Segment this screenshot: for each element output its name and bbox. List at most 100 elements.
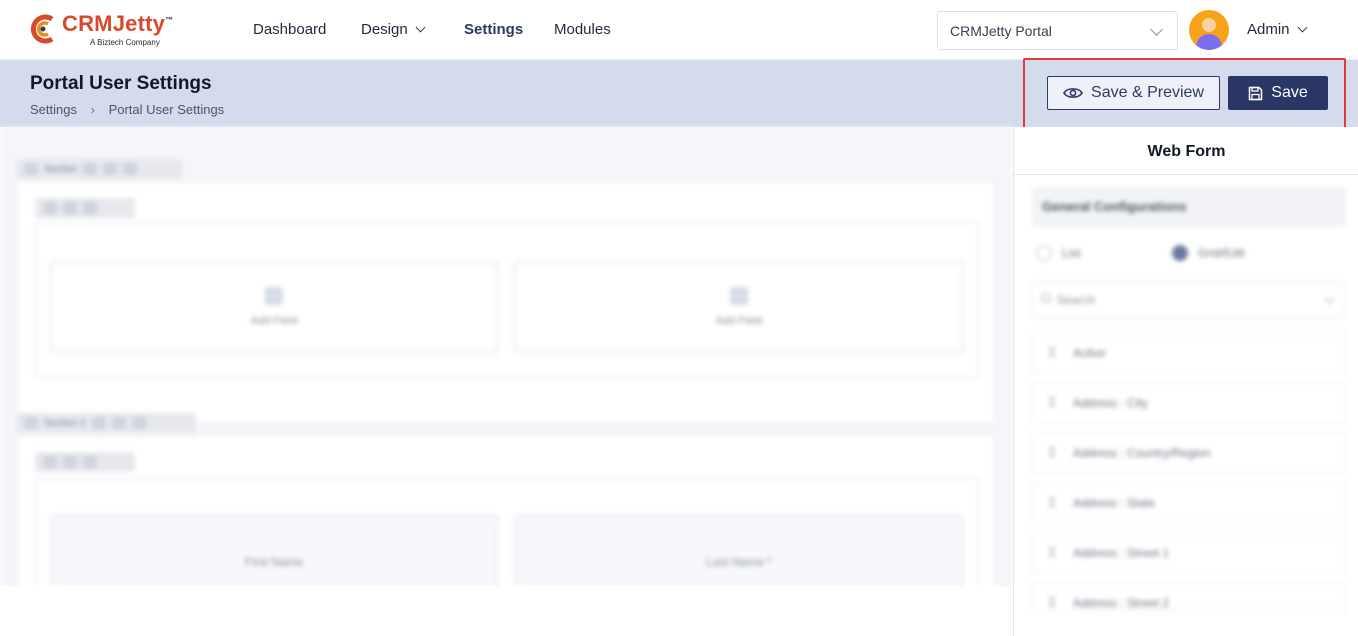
form-row: First Name Last Name * [35, 478, 979, 587]
radio-grid-edit-label: Grid/Edit [1198, 246, 1245, 260]
panel-title: Web Form [1147, 143, 1226, 160]
nav-modules[interactable]: Modules [554, 21, 611, 38]
form-row: Add Field Add Field [35, 222, 979, 378]
floppy-disk-icon [1249, 86, 1263, 100]
drag-handle-icon [24, 163, 38, 175]
app-root: CRMJetty™ A Biztech Company Dashboard De… [0, 0, 1358, 636]
drag-handle-icon [1049, 397, 1055, 409]
field-list-item[interactable]: Address : Street 2 [1032, 582, 1346, 612]
field-list-item[interactable]: Active [1032, 332, 1346, 374]
add-field-label: Add Field [250, 315, 298, 327]
form-section: First Name Last Name * [16, 435, 996, 587]
avatar-head [1202, 18, 1216, 32]
drag-handle-icon [1049, 447, 1055, 459]
nav-design[interactable]: Design [361, 21, 426, 38]
drag-handle-icon [1049, 347, 1055, 359]
radio-grid-edit[interactable] [1172, 245, 1188, 261]
portal-select[interactable]: CRMJetty Portal [937, 11, 1178, 50]
drag-handle-icon [43, 456, 57, 468]
chevron-down-icon [1324, 293, 1335, 304]
row-toolbar[interactable] [35, 452, 135, 472]
field-list-label: Address : Street 1 [1073, 546, 1170, 560]
nav-settings-label: Settings [464, 21, 524, 38]
user-menu[interactable]: Admin [1247, 21, 1307, 38]
field-list-item[interactable]: Address : Country/Region [1032, 432, 1346, 474]
save-button[interactable]: Save [1228, 76, 1328, 110]
brand-tagline: A Biztech Company [90, 38, 160, 47]
save-label: Save [1271, 84, 1308, 101]
nav-design-label: Design [361, 21, 408, 38]
logo-mark-icon [30, 14, 54, 44]
save-preview-button[interactable]: Save & Preview [1047, 76, 1220, 110]
nav-modules-label: Modules [554, 21, 611, 38]
search-placeholder: Search [1057, 293, 1096, 307]
section-label: Section [44, 163, 78, 175]
nav-dashboard-label: Dashboard [253, 21, 327, 38]
top-navbar: CRMJetty™ A Biztech Company Dashboard De… [0, 0, 1358, 60]
brand-logo[interactable]: CRMJetty™ A Biztech Company [28, 11, 188, 49]
chevron-down-icon [1150, 23, 1163, 36]
form-field-last-name[interactable]: Last Name * [514, 515, 964, 587]
add-field-cell[interactable]: Add Field [514, 261, 964, 353]
form-field-first-name[interactable]: First Name [50, 515, 498, 587]
field-label: Last Name * [705, 555, 773, 569]
search-icon [1041, 293, 1051, 303]
edit-icon [83, 163, 98, 175]
radio-list-label: List [1062, 246, 1081, 260]
drag-handle-icon [43, 202, 57, 214]
form-builder-canvas: Section Add Field Add Field Section 2 Fi… [0, 127, 1013, 587]
form-section: Add Field Add Field [16, 181, 996, 423]
radio-list[interactable] [1036, 245, 1052, 261]
delete-icon [123, 163, 138, 175]
panel-divider [1014, 174, 1358, 175]
view-mode-radios: List Grid/Edit [1036, 245, 1336, 265]
copy-icon [103, 163, 118, 175]
drag-handle-icon [24, 417, 38, 429]
copy-icon [63, 456, 77, 468]
field-list-item[interactable]: Address : City [1032, 382, 1346, 424]
copy-icon [111, 417, 126, 429]
field-list-item[interactable]: Address : State [1032, 482, 1346, 524]
field-list-label: Address : Country/Region [1073, 446, 1211, 460]
field-list-label: Address : State [1073, 496, 1156, 510]
eye-icon [1063, 88, 1083, 98]
breadcrumb-current: Portal User Settings [108, 102, 225, 117]
field-list-label: Active [1073, 346, 1106, 360]
delete-icon [131, 417, 146, 429]
field-list-label: Address : Street 2 [1073, 596, 1170, 610]
section-toolbar[interactable]: Section 2 [16, 413, 196, 433]
copy-icon [63, 202, 77, 214]
edit-icon [91, 417, 106, 429]
brand-name: CRMJetty™ [62, 11, 174, 36]
general-config-header[interactable]: General Configurations [1032, 187, 1346, 227]
add-field-cell[interactable]: Add Field [50, 261, 498, 353]
drag-handle-icon [1049, 597, 1055, 609]
drag-handle-icon [1049, 497, 1055, 509]
add-field-icon [265, 287, 283, 305]
avatar-body [1196, 34, 1222, 50]
user-name: Admin [1247, 21, 1290, 38]
portal-select-value: CRMJetty Portal [950, 23, 1052, 39]
chevron-down-icon [415, 22, 426, 33]
delete-icon [83, 456, 97, 468]
breadcrumb-settings[interactable]: Settings [30, 102, 77, 117]
section-toolbar[interactable]: Section [16, 159, 182, 179]
delete-icon [83, 202, 97, 214]
field-search-input[interactable]: Search [1032, 282, 1346, 318]
row-toolbar[interactable] [35, 198, 135, 218]
avatar[interactable] [1189, 10, 1229, 50]
nav-dashboard[interactable]: Dashboard [253, 21, 326, 38]
trademark-mark: ™ [165, 15, 174, 25]
add-field-label: Add Field [715, 315, 763, 327]
field-list-item[interactable]: Address : Street 1 [1032, 532, 1346, 574]
canvas-footer-area [0, 587, 1013, 636]
chevron-down-icon [1297, 22, 1307, 33]
breadcrumb: Settings › Portal User Settings [30, 102, 224, 117]
nav-settings[interactable]: Settings [464, 21, 523, 38]
breadcrumb-separator-icon: › [90, 102, 95, 117]
web-form-panel: Web Form General Configurations List Gri… [1013, 127, 1358, 636]
add-field-icon [730, 287, 748, 305]
field-list-label: Address : City [1073, 396, 1148, 410]
page-title: Portal User Settings [30, 73, 212, 94]
field-label: First Name [244, 555, 304, 569]
